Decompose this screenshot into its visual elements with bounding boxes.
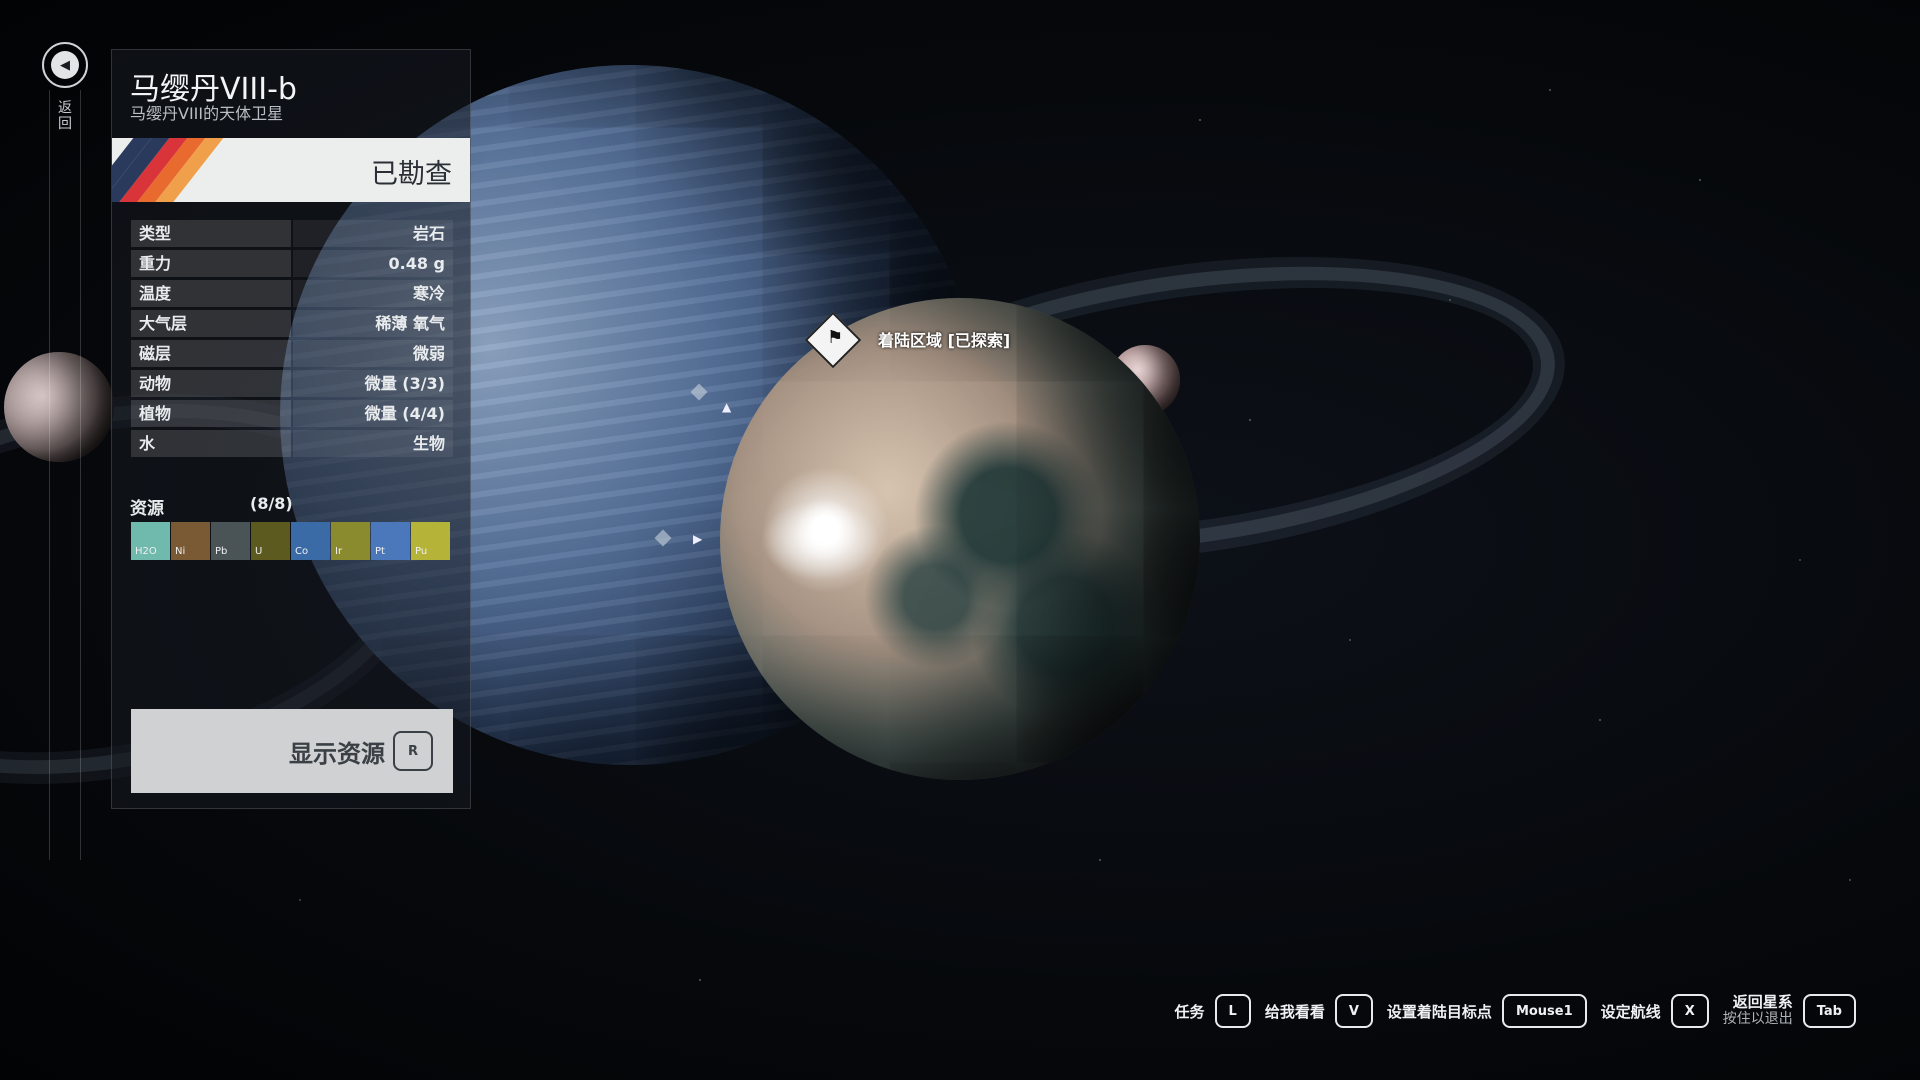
keycap: V bbox=[1334, 994, 1373, 1028]
survey-status: 已勘查 bbox=[371, 159, 452, 190]
planet-subtitle: 马缨丹VIII的天体卫星 bbox=[130, 104, 284, 123]
stat-row: 水生物 bbox=[131, 430, 453, 457]
hint-label: 返回星系 bbox=[1732, 993, 1793, 1011]
show-resources-button[interactable]: 显示资源 R bbox=[131, 709, 453, 793]
flag-icon: ⚑ bbox=[827, 327, 844, 348]
planet-info-panel: 马缨丹VIII-b 马缨丹VIII的天体卫星 已勘查 类型 岩石 重力 0.48 g温… bbox=[111, 49, 471, 809]
stat-row: 类型 岩石 bbox=[131, 220, 453, 247]
stat-value: 微弱 bbox=[293, 340, 453, 367]
stat-value: 岩石 bbox=[293, 220, 453, 247]
poi-arrow-icon: ▲ bbox=[722, 400, 732, 414]
resource-symbol: Pt bbox=[375, 546, 385, 557]
hint-v[interactable]: 给我看看 V bbox=[1265, 994, 1373, 1028]
back-button[interactable]: ◀ bbox=[42, 42, 88, 88]
back-arrow-icon: ◀ bbox=[51, 51, 79, 79]
stat-value: 稀薄 氧气 bbox=[293, 310, 453, 337]
stat-value: 微量 (4/4) bbox=[293, 400, 453, 427]
poi-arrow-icon: ▶ bbox=[693, 532, 703, 546]
resource-tile[interactable]: Ni bbox=[171, 522, 210, 560]
resource-symbol: Co bbox=[295, 546, 309, 557]
stat-key: 水 bbox=[131, 430, 291, 457]
stat-row: 重力 0.48 g bbox=[131, 250, 453, 277]
keycap: L bbox=[1214, 994, 1251, 1028]
resource-symbol: Pu bbox=[415, 546, 428, 557]
resource-tile[interactable]: Pu bbox=[411, 522, 450, 560]
planet-stats-table: 类型 岩石 重力 0.48 g 温度 寒冷 大气层 稀薄 氧气 磁层 微弱 动物 微量 (3/3) 植物… bbox=[131, 220, 453, 460]
hint-l[interactable]: 任务 L bbox=[1175, 994, 1251, 1028]
resource-symbol: Pb bbox=[215, 546, 228, 557]
stat-value: 微量 (3/3) bbox=[293, 370, 453, 397]
stat-row: 植物 微量 (4/4) bbox=[131, 400, 453, 427]
resource-tile[interactable]: H2O bbox=[131, 522, 170, 560]
resource-symbol: U bbox=[255, 546, 263, 557]
stat-value: 0.48 g bbox=[293, 250, 453, 277]
resource-tile[interactable]: Co bbox=[291, 522, 330, 560]
show-resources-label: 显示资源 bbox=[289, 739, 385, 768]
stat-row: 磁层 微弱 bbox=[131, 340, 453, 367]
stat-row: 大气层 稀薄 氧气 bbox=[131, 310, 453, 337]
keybind-hints: 任务 L 给我看看 V 设置着陆目标点 Mouse1 设定航线 X 返回星系 按住以退出 Tab bbox=[1175, 994, 1856, 1028]
resources-list: H2O Ni Pb U Co Ir Pt Pu bbox=[131, 522, 450, 560]
stat-key: 重力 bbox=[131, 250, 291, 277]
hint-mouse1[interactable]: 设置着陆目标点 Mouse1 bbox=[1387, 994, 1587, 1028]
hint-label: 设置着陆目标点 bbox=[1386, 1002, 1492, 1021]
hint-label: 设定航线 bbox=[1600, 1002, 1661, 1021]
landing-zone-label: 着陆区域 [已探索] bbox=[878, 331, 1011, 350]
resource-tile[interactable]: Ir bbox=[331, 522, 370, 560]
keycap-r: R bbox=[393, 731, 433, 771]
stat-key: 磁层 bbox=[131, 340, 291, 367]
hint-label: 任务 bbox=[1174, 1002, 1205, 1021]
stat-key: 类型 bbox=[131, 220, 291, 247]
resources-label: 资源 bbox=[130, 499, 164, 519]
hint-tab[interactable]: 返回星系 按住以退出 Tab bbox=[1723, 994, 1856, 1028]
stat-key: 植物 bbox=[131, 400, 291, 427]
stat-value: 生物 bbox=[293, 430, 453, 457]
rail-label: 返回 bbox=[58, 100, 72, 132]
keycap: X bbox=[1670, 994, 1709, 1028]
resource-tile[interactable]: Pb bbox=[211, 522, 250, 560]
hint-x[interactable]: 设定航线 X bbox=[1601, 994, 1709, 1028]
resource-tile[interactable]: U bbox=[251, 522, 290, 560]
resources-count: (8/8) bbox=[250, 494, 293, 513]
resource-symbol: Ir bbox=[335, 546, 343, 557]
sun-reflection bbox=[760, 500, 880, 580]
stat-key: 大气层 bbox=[131, 310, 291, 337]
stat-key: 动物 bbox=[131, 370, 291, 397]
stat-value: 寒冷 bbox=[293, 280, 453, 307]
hint-sublabel: 按住以退出 bbox=[1722, 1011, 1793, 1027]
stat-key: 温度 bbox=[131, 280, 291, 307]
keycap: Tab bbox=[1802, 994, 1856, 1028]
survey-status-bar: 已勘查 bbox=[112, 138, 470, 202]
nav-rail bbox=[49, 90, 81, 860]
stat-row: 温度 寒冷 bbox=[131, 280, 453, 307]
hint-label-stack: 返回星系 按住以退出 bbox=[1723, 994, 1793, 1028]
resource-symbol: Ni bbox=[175, 546, 186, 557]
landing-zone-marker[interactable]: ⚑ bbox=[804, 311, 862, 369]
hint-label: 给我看看 bbox=[1264, 1002, 1325, 1021]
stat-row: 动物 微量 (3/3) bbox=[131, 370, 453, 397]
resource-symbol: H2O bbox=[135, 546, 157, 557]
keycap: Mouse1 bbox=[1501, 994, 1587, 1028]
resource-tile[interactable]: Pt bbox=[371, 522, 410, 560]
